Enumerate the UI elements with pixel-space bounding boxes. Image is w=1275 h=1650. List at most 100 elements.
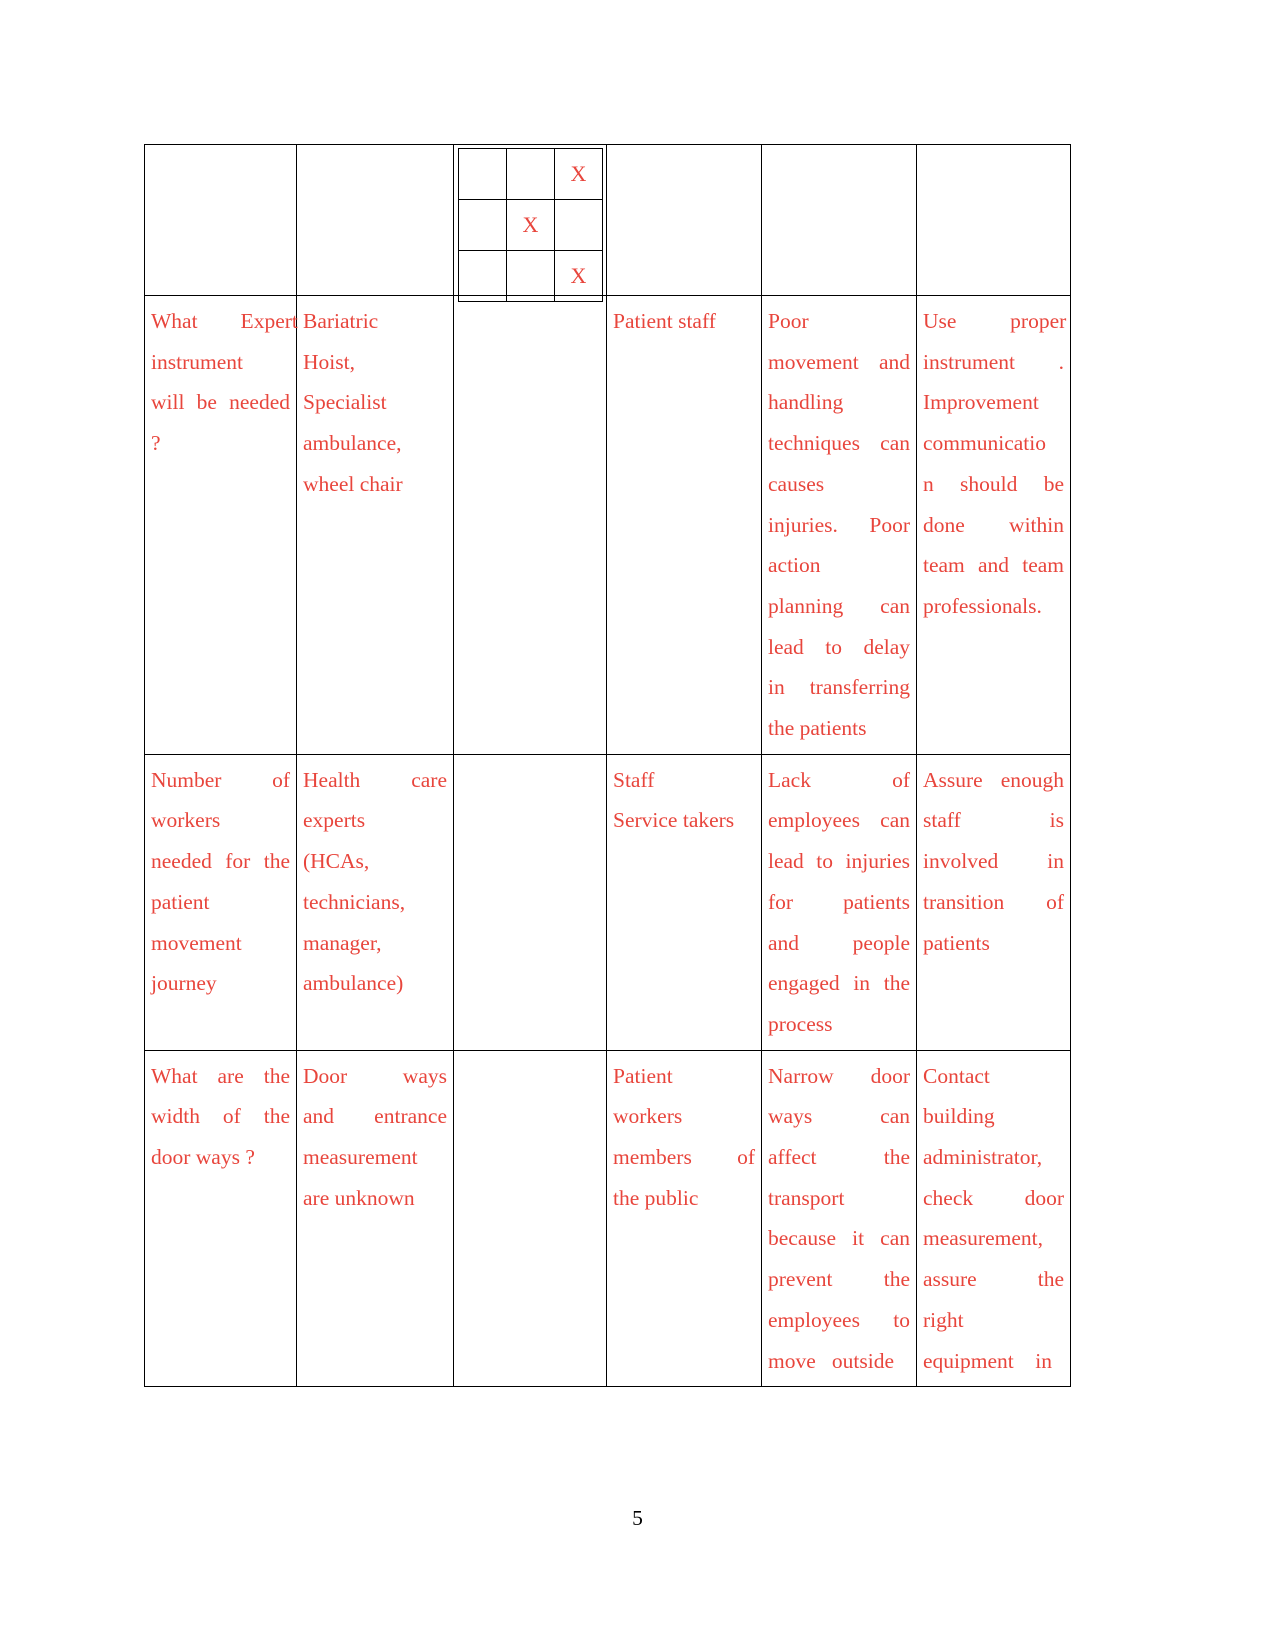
cell-line: members of	[613, 1145, 755, 1170]
cell-line: journey	[151, 971, 217, 996]
cell-line: Number of	[151, 767, 290, 792]
cell-text: Patient staff	[613, 301, 755, 342]
cell-line: Assure enough	[923, 767, 1064, 792]
cell-r0-c5	[761, 144, 917, 296]
cell-line: measurement,	[923, 1226, 1043, 1251]
matrix-cell-r1c3[interactable]: X	[554, 148, 603, 200]
matrix-cell-r1c1[interactable]	[458, 148, 507, 200]
cell-r3-c2: Door ways and entrance measurement are unkn…	[296, 1049, 454, 1388]
matrix-cell-r2c1[interactable]	[458, 199, 507, 251]
cell-line: Door ways	[303, 1063, 447, 1088]
cell-r2-c1: Number of workers needed for the patient mov…	[144, 753, 297, 1051]
cell-line: employees to	[768, 1307, 910, 1332]
cell-line: Hoist,	[303, 349, 355, 374]
cell-line: done within	[923, 512, 1064, 537]
cell-line: measurement	[303, 1145, 418, 1170]
cell-text: What are the width of the door ways ?	[151, 1056, 290, 1178]
cell-line: door ways ?	[151, 1145, 255, 1170]
cell-line: ?	[151, 431, 161, 456]
table-row: What Expert instrument will be needed? Bar…	[144, 295, 1071, 755]
cell-r0-c3-grid-host: X X X	[453, 144, 607, 302]
cell-text: Narrow door ways can affect the transport be…	[768, 1056, 910, 1382]
cell-r0-c6	[916, 144, 1071, 296]
matrix-cell-r2c3[interactable]	[554, 199, 603, 251]
cell-line: professionals.	[923, 593, 1042, 618]
table-row: What are the width of the door ways ? Door…	[144, 1049, 1071, 1388]
table-body: X X X What Expert instrument will be nee…	[144, 144, 1071, 1388]
cell-line: ambulance,	[303, 431, 402, 456]
cell-line: needed for the	[151, 849, 290, 874]
cell-r2-c3	[453, 753, 607, 1051]
cell-line: workers	[613, 1104, 683, 1129]
cell-line: administrator,	[923, 1145, 1043, 1170]
cell-text: Patient workers members of the public	[613, 1056, 755, 1219]
cell-line: are unknown	[303, 1185, 415, 1210]
cell-line: staff is	[923, 808, 1064, 833]
cell-line: and entrance	[303, 1104, 447, 1129]
cell-line: n should be	[923, 471, 1064, 496]
cell-line: lead to delay	[768, 634, 910, 659]
cell-line: Patient	[613, 1063, 673, 1088]
cell-line: Narrow door	[768, 1063, 910, 1088]
cell-line: technicians,	[303, 889, 406, 914]
cell-line: assure the	[923, 1267, 1064, 1292]
cell-r1-c2: Bariatric Hoist, Specialist ambulance, wheel…	[296, 295, 454, 755]
cell-line: injuries. Poor	[768, 512, 910, 537]
cell-line: Improvement	[923, 390, 1039, 415]
matrix-cell-r3c1[interactable]	[458, 250, 507, 302]
cell-line: will be needed	[151, 390, 290, 415]
cell-line: Lack of	[768, 767, 910, 792]
cell-line: (HCAs,	[303, 849, 370, 874]
matrix-cell-r1c2[interactable]	[506, 148, 555, 200]
cell-line: action	[768, 553, 821, 578]
cell-line: experts	[303, 808, 366, 833]
cell-line: width of the	[151, 1104, 290, 1129]
cell-r3-c4: Patient workers members of the public	[606, 1049, 762, 1388]
cell-r2-c6: Assure enough staff is involved in transiti…	[916, 753, 1071, 1051]
cell-r3-c5: Narrow door ways can affect the transport be…	[761, 1049, 917, 1388]
cell-line: Health care	[303, 767, 447, 792]
cell-line: the patients	[768, 716, 867, 741]
cell-r2-c4: Staff Service takers	[606, 753, 762, 1051]
cell-r1-c4: Patient staff	[606, 295, 762, 755]
matrix-cell-r3c3[interactable]: X	[554, 250, 603, 302]
cell-text: Poor movement and handling techniques can ca…	[768, 301, 910, 749]
matrix-cell-r2c2[interactable]: X	[506, 199, 555, 251]
table-row: Number of workers needed for the patient mov…	[144, 753, 1071, 1051]
cell-line: building	[923, 1104, 995, 1129]
cell-r1-c1: What Expert instrument will be needed?	[144, 295, 298, 755]
cell-line: movement and	[768, 349, 910, 374]
cell-line: ways can	[768, 1104, 910, 1129]
cell-r2-c5: Lack of employees can lead to injuries for …	[761, 753, 917, 1051]
cell-line: engaged in the	[768, 971, 910, 996]
cell-line: Use proper	[923, 309, 1067, 333]
matrix-row: X	[458, 199, 603, 251]
cell-text: What Expert instrument will be needed?	[151, 301, 298, 464]
cell-line: process	[768, 1011, 833, 1036]
cell-text: Lack of employees can lead to injuries for …	[768, 760, 910, 1045]
cell-text: Staff Service takers	[613, 760, 755, 841]
cell-line: in transferring	[768, 675, 910, 700]
cell-line: because it can	[768, 1226, 910, 1251]
cell-text: Assure enough staff is involved in transiti…	[923, 760, 1064, 964]
cell-line: Contact	[923, 1063, 990, 1088]
cell-line: right	[923, 1307, 964, 1332]
cell-line: Staff	[613, 767, 655, 792]
cell-line: and people	[768, 930, 910, 955]
cell-line: Bariatric	[303, 309, 379, 333]
cell-line: move outside	[768, 1348, 894, 1373]
cell-line: team and team	[923, 553, 1064, 578]
cell-line: movement	[151, 930, 242, 955]
risk-assessment-table: X X X What Expert instrument will be nee…	[144, 144, 1071, 1388]
cell-line: patients	[923, 930, 990, 955]
cell-line: Patient staff	[613, 309, 716, 333]
cell-r0-c1	[144, 144, 297, 296]
cell-line: transport	[768, 1185, 845, 1210]
document-page: X X X What Expert instrument will be nee…	[0, 0, 1275, 1650]
matrix-cell-r3c2[interactable]	[506, 250, 555, 302]
cell-line: the public	[613, 1185, 699, 1210]
cell-line: ambulance)	[303, 971, 404, 996]
matrix-row: X	[458, 148, 603, 200]
cell-line: instrument .	[923, 349, 1064, 374]
cell-line: What Expert	[151, 309, 298, 333]
